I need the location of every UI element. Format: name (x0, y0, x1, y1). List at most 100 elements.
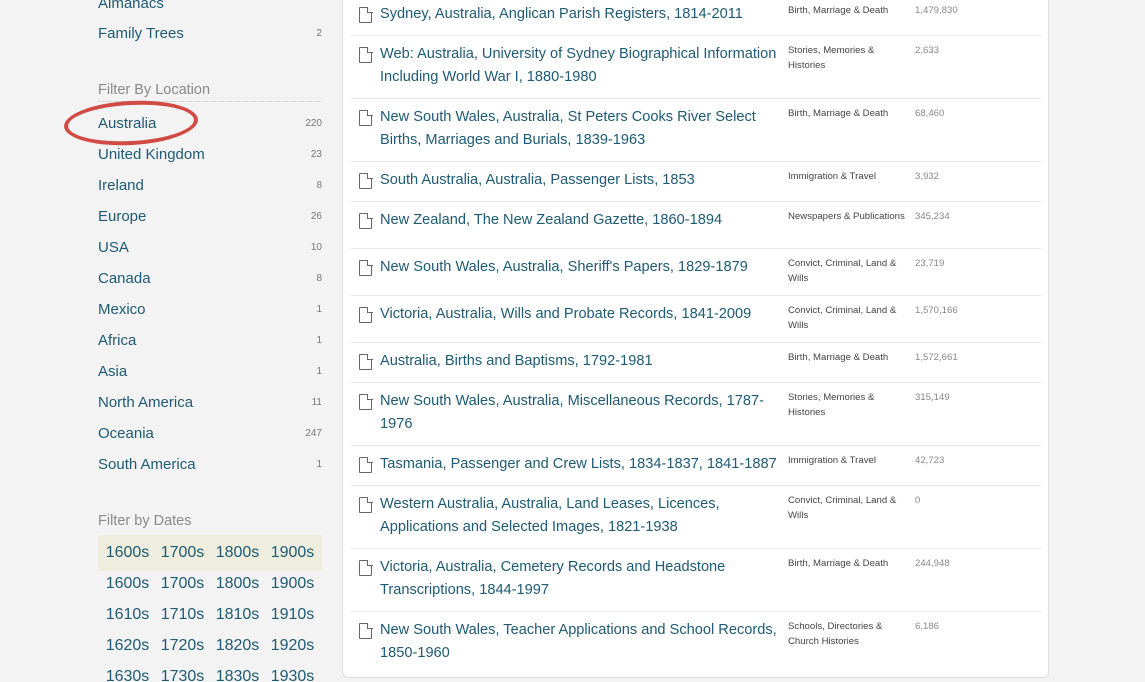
record-title-link[interactable]: Tasmania, Passenger and Crew Lists, 1834… (380, 453, 780, 476)
record-count: 1,479,830 (915, 5, 958, 16)
decade-link[interactable]: 1710s (161, 606, 205, 628)
record-count: 2,633 (915, 45, 940, 56)
decade-link[interactable]: 1920s (271, 637, 315, 659)
location-item-ireland[interactable]: Ireland 8 (98, 174, 322, 196)
record-category: Convict, Criminal, Land & Wills (788, 258, 897, 284)
decade-link[interactable]: 1810s (216, 606, 260, 628)
decade-link[interactable]: 1830s (216, 668, 260, 682)
record-title-link[interactable]: New South Wales, Australia, Miscellaneou… (380, 390, 780, 436)
record-count: 68,460 (915, 108, 945, 119)
record-category: Birth, Marriage & Death (788, 352, 889, 363)
location-label[interactable]: Australia (98, 115, 156, 132)
decade-link[interactable]: 1600s (106, 575, 150, 597)
record-category: Birth, Marriage & Death (788, 108, 889, 119)
sidebar-item-family-trees[interactable]: Family Trees 2 (98, 22, 322, 44)
record-category: Birth, Marriage & Death (788, 5, 889, 16)
location-count: 10 (310, 241, 322, 253)
decade-link[interactable]: 1720s (161, 637, 205, 659)
decade-link[interactable]: 1620s (106, 637, 150, 659)
record-title-link[interactable]: Sydney, Australia, Anglican Parish Regis… (380, 3, 780, 26)
location-item-mexico[interactable]: Mexico 1 (98, 298, 322, 320)
record-category: Stories, Memories & Histories (788, 392, 875, 418)
location-label[interactable]: Africa (98, 332, 136, 349)
record-count: 42,723 (915, 455, 945, 466)
filter-location-heading: Filter By Location (98, 82, 322, 102)
decade-link[interactable]: 1800s (216, 575, 260, 597)
table-row: Australia, Births and Baptisms, 1792-198… (351, 343, 1041, 383)
location-item-africa[interactable]: Africa 1 (98, 329, 322, 351)
record-title-link[interactable]: Web: Australia, University of Sydney Bio… (380, 43, 780, 89)
location-label[interactable]: South America (98, 456, 196, 473)
location-count: 8 (316, 272, 322, 284)
location-item-australia[interactable]: Australia 220 (98, 112, 322, 134)
sidebar-item-label[interactable]: Family Trees (98, 25, 184, 42)
location-label[interactable]: North America (98, 394, 193, 411)
location-item-oceania[interactable]: Oceania 247 (98, 422, 322, 444)
table-row: New South Wales, Australia, Sheriff's Pa… (351, 249, 1041, 296)
location-item-canada[interactable]: Canada 8 (98, 267, 322, 289)
location-label[interactable]: USA (98, 239, 129, 256)
decade-link[interactable]: 1730s (161, 668, 205, 682)
document-icon (359, 6, 373, 23)
location-item-united-kingdom[interactable]: United Kingdom 23 (98, 143, 322, 165)
decade-row: 1600s 1700s 1800s 1900s (98, 575, 322, 597)
record-count: 23,719 (915, 258, 945, 269)
table-row: Victoria, Australia, Wills and Probate R… (351, 296, 1041, 343)
document-icon (359, 109, 373, 126)
document-icon (359, 353, 373, 370)
record-count: 3,932 (915, 171, 940, 182)
location-count: 8 (316, 179, 322, 191)
decade-link[interactable]: 1930s (271, 668, 315, 682)
document-icon (359, 393, 373, 410)
location-item-europe[interactable]: Europe 26 (98, 205, 322, 227)
sidebar-item-count: 2 (316, 27, 322, 39)
record-title-link[interactable]: New South Wales, Teacher Applications an… (380, 619, 780, 665)
results-panel: Sydney, Australia, Anglican Parish Regis… (342, 0, 1049, 678)
record-count: 345,234 (915, 211, 950, 222)
location-label[interactable]: United Kingdom (98, 146, 205, 163)
document-icon (359, 259, 373, 276)
decade-link[interactable]: 1630s (106, 668, 150, 682)
century-1800s[interactable]: 1800s (216, 544, 260, 562)
document-icon (359, 212, 373, 229)
location-item-south-america[interactable]: South America 1 (98, 453, 322, 475)
table-row: Web: Australia, University of Sydney Bio… (351, 36, 1041, 99)
record-title-link[interactable]: Australia, Births and Baptisms, 1792-198… (380, 350, 780, 373)
record-count: 315,149 (915, 392, 950, 403)
century-1700s[interactable]: 1700s (161, 544, 205, 562)
location-count: 1 (316, 458, 322, 470)
location-label[interactable]: Mexico (98, 301, 146, 318)
location-item-north-america[interactable]: North America 11 (98, 391, 322, 413)
decade-link[interactable]: 1910s (271, 606, 315, 628)
record-category: Birth, Marriage & Death (788, 558, 889, 569)
record-title-link[interactable]: South Australia, Australia, Passenger Li… (380, 169, 780, 192)
record-title-link[interactable]: New Zealand, The New Zealand Gazette, 18… (380, 209, 780, 232)
record-title-link[interactable]: New South Wales, Australia, Sheriff's Pa… (380, 256, 780, 279)
document-icon (359, 456, 373, 473)
location-item-asia[interactable]: Asia 1 (98, 360, 322, 382)
location-label[interactable]: Europe (98, 208, 146, 225)
table-row: New South Wales, Teacher Applications an… (351, 612, 1041, 675)
century-1600s[interactable]: 1600s (106, 544, 150, 562)
sidebar-item-label[interactable]: Almanacs (98, 0, 164, 12)
location-label[interactable]: Asia (98, 363, 127, 380)
location-item-usa[interactable]: USA 10 (98, 236, 322, 258)
location-count: 1 (316, 334, 322, 346)
location-label[interactable]: Oceania (98, 425, 154, 442)
decade-row: 1610s 1710s 1810s 1910s (98, 606, 322, 628)
decade-link[interactable]: 1820s (216, 637, 260, 659)
record-title-link[interactable]: New South Wales, Australia, St Peters Co… (380, 106, 780, 152)
decade-link[interactable]: 1700s (161, 575, 205, 597)
record-title-link[interactable]: Victoria, Australia, Cemetery Records an… (380, 556, 780, 602)
location-count: 26 (310, 210, 322, 222)
location-label[interactable]: Ireland (98, 177, 144, 194)
document-icon (359, 496, 373, 513)
decade-link[interactable]: 1900s (271, 575, 315, 597)
record-title-link[interactable]: Victoria, Australia, Wills and Probate R… (380, 303, 780, 326)
century-filter-row: 1600s 1700s 1800s 1900s (98, 535, 322, 571)
century-1900s[interactable]: 1900s (271, 544, 315, 562)
sidebar-item-almanacs[interactable]: Almanacs (98, 0, 322, 14)
location-label[interactable]: Canada (98, 270, 151, 287)
record-title-link[interactable]: Western Australia, Australia, Land Lease… (380, 493, 780, 539)
decade-link[interactable]: 1610s (106, 606, 150, 628)
